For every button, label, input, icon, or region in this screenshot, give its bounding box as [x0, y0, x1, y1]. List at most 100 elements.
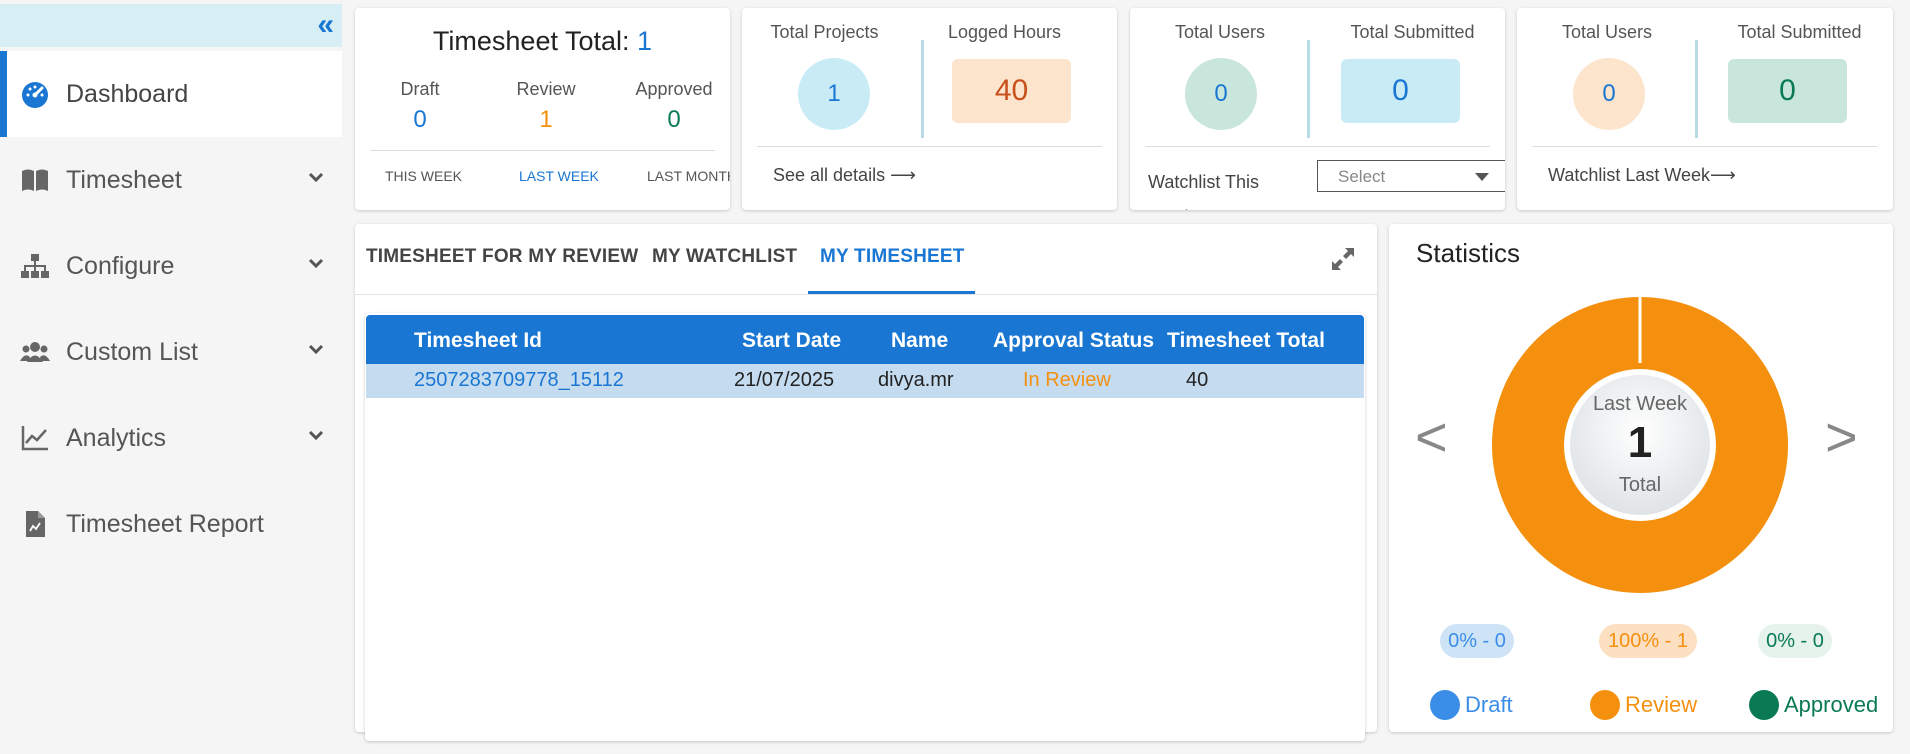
review-pill: 100% - 1: [1599, 624, 1697, 658]
tab-my-watchlist[interactable]: MY WATCHLIST: [652, 246, 797, 268]
total-submitted-value: 0: [1728, 59, 1847, 123]
sidebar-item-label: Configure: [66, 251, 175, 280]
total-projects-value: 1: [798, 58, 870, 130]
users-icon: [20, 337, 50, 367]
approved-pill: 0% - 0: [1758, 624, 1832, 658]
table-row[interactable]: 2507283709778_15112 21/07/2025 divya.mr …: [366, 364, 1364, 398]
center-total-label: Total: [1618, 474, 1662, 496]
review-label: Review: [516, 79, 576, 99]
total-users-value: 0: [1185, 58, 1257, 130]
approved-value: 0: [667, 106, 681, 133]
sidebar-item-label: Dashboard: [66, 79, 189, 108]
total-submitted-value: 0: [1341, 59, 1460, 123]
sidebar-header: «: [0, 4, 342, 47]
column-header[interactable]: Start Date: [742, 329, 841, 353]
draft-legend-label: Draft: [1465, 692, 1513, 717]
sidebar-item-label: Timesheet: [66, 165, 182, 194]
timesheet-total-label: Timesheet Total:: [432, 26, 630, 56]
draft-legend-dot: [1430, 690, 1460, 720]
total-submitted-label: Total Submitted: [1350, 22, 1475, 42]
divider: [921, 40, 924, 138]
start-date-cell: 21/07/2025: [734, 369, 835, 391]
projects-card: Total Projects 1 Logged Hours 40 See all…: [742, 8, 1117, 210]
active-tab-indicator: [808, 291, 975, 294]
watchlist-last-week-card: Total Users 0 Total Submitted 0 Watchlis…: [1517, 8, 1893, 210]
column-header[interactable]: Timesheet Total: [1167, 329, 1325, 353]
chart-line-icon: [20, 423, 50, 453]
timesheet-id-link[interactable]: 2507283709778_15112: [414, 369, 624, 392]
chevron-down-icon: [308, 172, 324, 183]
sidebar-item-label: Custom List: [66, 337, 198, 366]
timesheet-total-value: 1: [637, 26, 653, 56]
period-last-week[interactable]: LAST WEEK: [519, 168, 599, 184]
column-header[interactable]: Timesheet Id: [414, 329, 542, 353]
table-header: Timesheet Id Start Date Name Approval St…: [366, 315, 1364, 364]
column-header[interactable]: Name: [891, 329, 948, 353]
speedometer-icon: [20, 79, 50, 109]
chevron-down-icon: [308, 344, 324, 355]
draft-value: 0: [413, 106, 427, 133]
double-chevron-left-icon[interactable]: «: [317, 10, 334, 40]
divider: [1532, 146, 1877, 147]
see-all-details-link[interactable]: See all details ⟶: [773, 165, 916, 186]
total-users-label: Total Users: [1174, 22, 1266, 42]
total-users-value: 0: [1573, 58, 1645, 130]
prev-arrow[interactable]: <: [1415, 404, 1448, 469]
divider: [1695, 40, 1698, 138]
approved-label: Approved: [635, 79, 713, 99]
sidebar-item-dashboard[interactable]: Dashboard: [0, 51, 342, 137]
draft-label: Draft: [400, 79, 440, 99]
sidebar-item-timesheet[interactable]: Timesheet: [0, 137, 342, 223]
divider: [1307, 40, 1310, 138]
sidebar-item-analytics[interactable]: Analytics: [0, 395, 342, 481]
timesheet-tabs-panel: [355, 224, 1377, 741]
name-cell: divya.mr: [878, 369, 954, 391]
total-projects-label: Total Projects: [770, 22, 879, 42]
draft-pill: 0% - 0: [1440, 624, 1514, 658]
chevron-down-icon: [308, 258, 324, 269]
divider: [1145, 146, 1490, 147]
period-last-month[interactable]: LAST MONTH: [647, 168, 730, 184]
sidebar-item-label: Timesheet Report: [66, 509, 264, 538]
watchlist-this-week-card: Total Users 0 Total Submitted 0 Watchlis…: [1130, 8, 1505, 210]
timesheet-total-title: Timesheet Total: 1: [355, 26, 730, 57]
logged-hours-value: 40: [952, 59, 1071, 123]
report-file-icon: [20, 509, 50, 539]
center-period-label: Last Week: [1592, 393, 1688, 415]
approved-legend-dot: [1749, 690, 1779, 720]
sidebar-item-label: Analytics: [66, 423, 167, 452]
next-arrow[interactable]: >: [1825, 404, 1858, 469]
sitemap-icon: [20, 251, 50, 281]
review-value: 1: [539, 106, 553, 133]
watchlist-select[interactable]: Select: [1317, 160, 1505, 192]
expand-icon[interactable]: [1330, 246, 1356, 272]
sidebar-item-custom-list[interactable]: Custom List: [0, 309, 342, 395]
column-header[interactable]: Approval Status: [993, 329, 1154, 353]
total-submitted-label: Total Submitted: [1737, 22, 1862, 42]
period-this-week[interactable]: THIS WEEK: [385, 168, 462, 184]
sidebar-item-configure[interactable]: Configure: [0, 223, 342, 309]
statistics-title: Statistics: [1416, 238, 1521, 268]
review-legend-label: Review: [1625, 692, 1698, 717]
sidebar-item-timesheet-report[interactable]: Timesheet Report: [0, 481, 342, 567]
approved-legend-label: Approved: [1784, 692, 1879, 717]
caret-down-icon: [1475, 173, 1489, 181]
approval-status-cell: In Review: [1023, 369, 1111, 391]
select-placeholder: Select: [1338, 167, 1386, 186]
timesheet-total-cell: 40: [1186, 369, 1209, 391]
review-legend-dot: [1590, 690, 1620, 720]
chevron-down-icon: [308, 430, 324, 441]
divider: [355, 294, 1377, 295]
total-users-label: Total Users: [1561, 22, 1653, 42]
tab-timesheet-for-my-review[interactable]: TIMESHEET FOR MY REVIEW: [366, 246, 638, 268]
logged-hours-label: Logged Hours: [947, 22, 1062, 42]
sidebar: « Dashboard Timesheet Configure Custom L…: [0, 0, 342, 754]
watchlist-last-week-link[interactable]: Watchlist Last Week⟶: [1548, 165, 1736, 186]
tab-my-timesheet[interactable]: MY TIMESHEET: [820, 246, 965, 268]
divider: [370, 150, 715, 151]
watchlist-this-week-link[interactable]: Watchlist This Week ⟶: [1148, 165, 1278, 210]
divider: [757, 146, 1102, 147]
center-total-value: 1: [1627, 418, 1653, 467]
book-icon: [20, 165, 50, 195]
timesheet-total-card: Timesheet Total: 1 Draft 0 Review 1 Appr…: [355, 8, 730, 210]
